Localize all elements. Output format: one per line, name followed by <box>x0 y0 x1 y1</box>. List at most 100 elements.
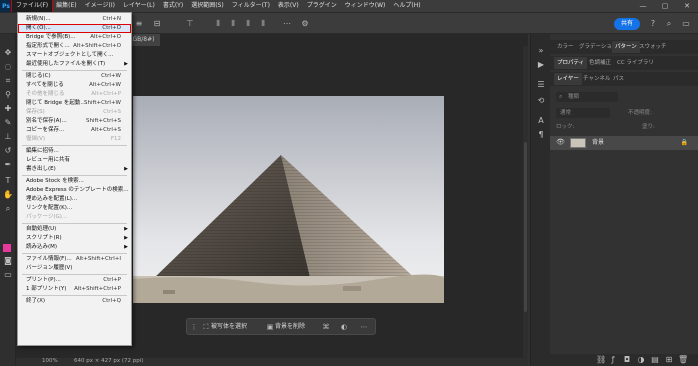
link-icon[interactable]: ⛓ <box>596 355 606 365</box>
distribute-h-icon[interactable]: ⫴ <box>228 19 238 29</box>
adjustment-layer-icon[interactable]: ◑ <box>636 355 646 365</box>
menu-layer[interactable]: レイヤー(L) <box>119 0 159 12</box>
adjust-icon[interactable]: ◐ <box>339 322 349 332</box>
file-menu-item[interactable]: 開く(O)... Ctrl+O <box>18 24 131 33</box>
tab-libraries[interactable]: CC ライブラリ <box>614 57 657 69</box>
canvas-image[interactable] <box>133 96 444 303</box>
menu-edit[interactable]: 編集(E) <box>52 0 80 12</box>
file-menu-item[interactable]: ファイル情報(F)... Alt+Shift+Ctrl+I <box>18 255 131 264</box>
share-button[interactable]: 共有 <box>614 18 640 30</box>
menu-select[interactable]: 選択範囲(S) <box>187 0 228 12</box>
file-menu-item[interactable]: 閉じる(C) Ctrl+W <box>18 72 131 81</box>
file-menu-item[interactable]: レビュー用に共有 <box>18 156 131 165</box>
file-menu-item[interactable]: Adobe Stock を検索... <box>18 177 131 186</box>
remove-background-button[interactable]: 背景を削除 <box>261 322 309 332</box>
play-icon[interactable]: ▶ <box>536 60 546 70</box>
crop-tool-icon[interactable]: ⌗ <box>3 76 13 86</box>
distribute-icon[interactable]: ⫴ <box>213 19 223 29</box>
align-top-icon[interactable]: ⊤ <box>185 19 195 29</box>
history-icon[interactable]: ⟲ <box>536 96 546 106</box>
file-menu-item[interactable]: すべてを閉じる Alt+Ctrl+W <box>18 81 131 90</box>
text-tool-icon[interactable]: T <box>3 176 13 186</box>
lasso-tool-icon[interactable]: ◌ <box>3 62 13 72</box>
file-menu-item[interactable]: 指定形式で開く... Alt+Shift+Ctrl+O <box>18 42 131 51</box>
adjust-panel-icon[interactable]: ☰ <box>536 80 546 90</box>
menu-help[interactable]: ヘルプ(H) <box>389 0 424 12</box>
file-menu-item[interactable]: 新規(N)... Ctrl+N <box>18 15 131 24</box>
menu-filter[interactable]: フィルター(T) <box>228 0 274 12</box>
search-icon[interactable]: ⌕ <box>664 19 674 29</box>
trash-icon[interactable]: 🗑 <box>678 355 688 365</box>
settings-gear-icon[interactable]: ⚙ <box>300 19 310 29</box>
file-menu-item[interactable]: 編集に招待... <box>18 147 131 156</box>
more-options-icon[interactable]: ⋯ <box>359 322 369 332</box>
pen-tool-icon[interactable]: ✒ <box>3 160 13 170</box>
file-menu-item[interactable]: 最近使用したファイルを開く(T) ▶ <box>18 60 131 69</box>
tab-layers[interactable]: レイヤー <box>554 73 582 85</box>
vertical-scrollbar[interactable] <box>523 46 528 358</box>
file-menu-item[interactable]: リンクを配置(K)... <box>18 204 131 213</box>
menu-plugins[interactable]: プラグイン <box>303 0 341 12</box>
tab-channels[interactable]: チャンネル <box>580 73 613 85</box>
file-menu-item[interactable]: 読み込み(M) ▶ <box>18 243 131 252</box>
tab-color[interactable]: カラー <box>554 41 577 53</box>
file-menu-item[interactable]: コピーを保存... Alt+Ctrl+S <box>18 126 131 135</box>
tab-paths[interactable]: パス <box>610 73 627 85</box>
menu-view[interactable]: 表示(V) <box>274 0 303 12</box>
visibility-eye-icon[interactable]: 👁 <box>556 138 565 146</box>
tab-swatches[interactable]: スウォッチ <box>636 41 670 53</box>
zoom-level[interactable]: 100% <box>42 358 58 364</box>
move-tool-icon[interactable]: ✥ <box>3 48 13 58</box>
maximize-button[interactable]: ▢ <box>654 0 676 12</box>
file-menu-item[interactable]: 埋め込みを配置(L)... <box>18 195 131 204</box>
file-menu-item[interactable]: 1 部プリント(Y) Alt+Shift+Ctrl+P <box>18 285 131 294</box>
stamp-tool-icon[interactable]: ⊥ <box>3 132 13 142</box>
file-menu-item[interactable]: Bridge で参照(B)... Alt+Ctrl+O <box>18 33 131 42</box>
file-menu-item[interactable]: 自動処理(U) ▶ <box>18 225 131 234</box>
file-menu-item[interactable]: スクリプト(R) ▶ <box>18 234 131 243</box>
align-center-icon[interactable]: ⊟ <box>152 19 162 29</box>
file-menu-item[interactable]: プリント(P)... Ctrl+P <box>18 276 131 285</box>
file-menu-item[interactable]: 終了(X) Ctrl+Q <box>18 297 131 306</box>
quick-mask-icon[interactable]: ◙ <box>3 256 13 266</box>
scrollbar-thumb[interactable] <box>524 142 527 312</box>
menu-type[interactable]: 書式(Y) <box>159 0 187 12</box>
file-menu-item[interactable]: 書き出し(E) ▶ <box>18 165 131 174</box>
foreground-color-swatch[interactable] <box>3 244 11 252</box>
collapse-icon[interactable]: » <box>536 46 546 56</box>
layer-row-background[interactable]: 👁 背景 🔒 <box>550 136 698 150</box>
file-menu-item[interactable]: スマートオブジェクトとして開く... <box>18 51 131 60</box>
paragraph-icon[interactable]: ¶ <box>536 130 546 140</box>
file-menu-item[interactable]: 閉じて Bridge を起動... Shift+Ctrl+W <box>18 99 131 108</box>
zoom-tool-icon[interactable]: ⌕ <box>3 204 13 214</box>
file-menu-item[interactable]: Adobe Express のテンプレートの検索... <box>18 186 131 195</box>
eyedropper-tool-icon[interactable]: ⚲ <box>3 90 13 100</box>
fx-icon[interactable]: ƒ <box>608 355 618 365</box>
select-subject-button[interactable]: 被写体を選択 <box>197 322 251 332</box>
tab-properties[interactable]: プロパティ <box>554 57 588 69</box>
mask-icon[interactable]: ◘ <box>622 355 632 365</box>
screen-mode-icon[interactable]: ▭ <box>3 270 13 280</box>
brush-tool-icon[interactable]: ✎ <box>3 118 13 128</box>
blend-mode-select[interactable]: 通常 <box>556 108 610 118</box>
new-layer-icon[interactable]: ⊞ <box>664 355 674 365</box>
menu-window[interactable]: ウィンドウ(W) <box>341 0 390 12</box>
distribute-v-icon[interactable]: ⫴ <box>243 19 253 29</box>
group-icon[interactable]: ▤ <box>650 355 660 365</box>
minimize-button[interactable]: — <box>632 0 654 12</box>
distribute-c-icon[interactable]: ⫴ <box>258 19 268 29</box>
hand-tool-icon[interactable]: ✋ <box>3 190 13 200</box>
more-icon[interactable]: ⋯ <box>282 19 292 29</box>
file-menu-item[interactable]: バージョン履歴(V) <box>18 264 131 273</box>
character-icon[interactable]: A <box>536 116 546 126</box>
layer-filter-input[interactable]: ⌕ 種類 <box>556 92 618 102</box>
workspace-icon[interactable]: ▭ <box>681 19 691 29</box>
history-brush-icon[interactable]: ↺ <box>3 146 13 156</box>
file-menu-item[interactable]: 別名で保存(A)... Shift+Ctrl+S <box>18 117 131 126</box>
help-icon[interactable]: ? <box>648 19 658 29</box>
healing-tool-icon[interactable]: ✚ <box>3 104 13 114</box>
menu-image[interactable]: イメージ(I) <box>81 0 119 12</box>
align-left-icon[interactable]: ≡ <box>134 19 144 29</box>
transform-icon[interactable]: ⌘ <box>321 322 331 332</box>
close-button[interactable]: ✕ <box>676 0 698 12</box>
